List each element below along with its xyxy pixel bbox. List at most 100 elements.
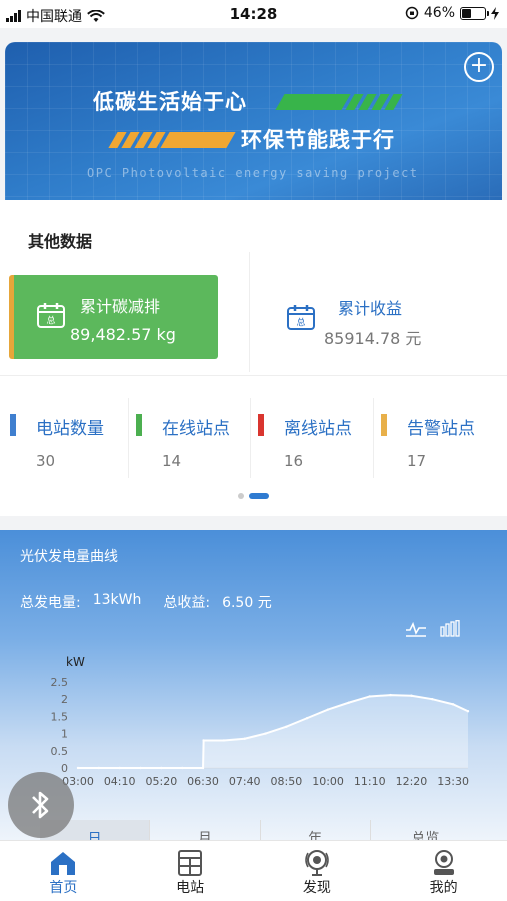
nav-station[interactable]: 电站 <box>127 841 254 901</box>
station-grid-icon <box>178 850 203 876</box>
charging-icon <box>491 6 499 20</box>
bluetooth-float-button[interactable] <box>8 772 74 838</box>
stat-offline[interactable]: 离线站点 16 <box>258 394 378 474</box>
stat-value: 16 <box>284 452 304 470</box>
divider <box>250 398 251 478</box>
pv-summary: 总发电量: 13kWh 总收益: 6.50 元 <box>20 592 272 612</box>
x-tick-label: 06:30 <box>187 775 219 788</box>
divider <box>373 398 374 478</box>
divider <box>128 398 129 478</box>
carbon-reduction-label: 累计碳减排 <box>80 297 161 316</box>
data-point <box>368 695 371 698</box>
data-point <box>180 766 184 770</box>
x-tick-label: 05:20 <box>146 775 178 788</box>
status-bar: 中国联通 14:28 46% <box>0 0 507 28</box>
data-point <box>202 739 205 742</box>
orientation-lock-icon <box>405 6 419 20</box>
data-point <box>160 766 163 770</box>
stat-value: 14 <box>162 452 182 470</box>
data-point <box>431 698 434 701</box>
y-tick-label: 1 <box>61 728 68 741</box>
total-income-value: 6.50 元 <box>222 595 272 611</box>
y-tick-label: 2 <box>61 693 68 706</box>
battery-percent: 46% <box>423 5 455 21</box>
data-point <box>264 732 267 735</box>
x-tick-label: 13:30 <box>437 775 469 788</box>
data-point <box>285 725 288 728</box>
data-point <box>76 766 80 770</box>
y-tick-label: 1.5 <box>51 710 69 723</box>
svg-text:总: 总 <box>46 315 55 327</box>
other-data-section: 其他数据 总 累计碳减排 89,482.57 kg 总 累计收益 85914.7… <box>0 200 507 375</box>
stat-value: 17 <box>407 452 427 470</box>
banner-slogan-2: 环保节能践于行 <box>241 128 395 152</box>
x-tick-label: 07:40 <box>229 775 261 788</box>
svg-text:总: 总 <box>296 317 305 329</box>
x-tick-label: 11:10 <box>354 775 386 788</box>
total-income-label: 总收益: <box>163 595 211 611</box>
data-point <box>118 766 121 770</box>
data-point <box>347 701 351 704</box>
data-point <box>326 708 330 711</box>
nav-home[interactable]: 首页 <box>0 841 127 901</box>
bluetooth-icon <box>32 791 49 819</box>
stat-label: 告警站点 <box>407 419 475 439</box>
y-tick-label: 2.5 <box>51 676 69 689</box>
stat-label: 离线站点 <box>284 419 352 439</box>
banner-slogan-1: 低碳生活始于心 <box>93 90 247 114</box>
home-icon <box>51 852 76 875</box>
page-dot-active[interactable] <box>249 493 269 499</box>
y-axis-label: kW <box>66 655 85 669</box>
banner[interactable]: 低碳生活始于心 环保节能践于行 OPC Photovoltaic energy … <box>5 42 502 200</box>
nav-label: 我的 <box>429 880 458 896</box>
total-income-value: 85914.78 元 <box>324 329 422 348</box>
x-tick-label: 08:50 <box>271 775 303 788</box>
data-point <box>389 693 392 697</box>
bottom-navigation: 首页 电站 发现 我的 <box>0 840 507 901</box>
y-tick-label: 0.5 <box>51 745 69 758</box>
bar-chart-toggle-icon[interactable] <box>440 620 460 638</box>
stat-label: 电站数量 <box>36 419 104 439</box>
data-point <box>139 766 142 770</box>
x-tick-label: 12:20 <box>396 775 428 788</box>
stat-alarm[interactable]: 告警站点 17 <box>381 394 501 474</box>
stat-station-count[interactable]: 电站数量 30 <box>10 394 130 474</box>
data-point <box>451 703 455 706</box>
stat-value: 30 <box>36 452 56 470</box>
stat-flag <box>10 414 16 436</box>
carbon-reduction-card[interactable]: 总 累计碳减排 89,482.57 kg <box>9 275 218 359</box>
data-point <box>201 766 205 770</box>
stat-online[interactable]: 在线站点 14 <box>136 394 256 474</box>
total-income-card[interactable]: 总 累计收益 85914.78 元 <box>258 275 498 359</box>
total-income-label: 累计收益 <box>338 299 403 318</box>
banner-stripes-green <box>275 94 403 110</box>
page-dot[interactable] <box>238 493 244 499</box>
data-point <box>243 737 246 740</box>
profile-icon <box>433 850 454 875</box>
add-button[interactable]: + <box>464 52 494 82</box>
data-point <box>97 766 101 770</box>
pv-generation-chart[interactable]: kW00.511.522.503:00 04:10 05:20 06:30 07:40 0… <box>0 640 507 815</box>
nav-mine[interactable]: 我的 <box>380 841 507 901</box>
carousel-indicator[interactable] <box>0 493 507 499</box>
x-tick-label: 10:00 <box>312 775 344 788</box>
stat-flag <box>136 414 142 436</box>
data-point <box>222 739 226 742</box>
total-power-value: 13kWh <box>92 592 142 608</box>
calendar-total-icon: 总 <box>287 305 315 330</box>
stat-flag <box>258 414 264 436</box>
nav-label: 电站 <box>176 880 205 896</box>
stat-label: 在线站点 <box>162 419 230 439</box>
plus-circle-icon: + <box>469 53 489 78</box>
pv-generation-panel: 光伏发电量曲线 总发电量: 13kWh 总收益: 6.50 元 kW 0 0.5 1 1… <box>0 530 507 850</box>
banner-stripes-orange <box>108 132 236 148</box>
section-title: 其他数据 <box>28 232 93 251</box>
line-chart-toggle-icon[interactable] <box>405 620 427 638</box>
stat-flag <box>381 414 387 436</box>
nav-discover[interactable]: 发现 <box>254 841 381 901</box>
divider <box>249 252 250 372</box>
nav-label: 首页 <box>49 880 78 896</box>
station-stats-carousel[interactable]: 电站数量 30 在线站点 14 离线站点 16 告警站点 17 <box>0 375 507 516</box>
pv-chart-title: 光伏发电量曲线 <box>20 549 118 565</box>
x-tick-label: 04:10 <box>104 775 136 788</box>
